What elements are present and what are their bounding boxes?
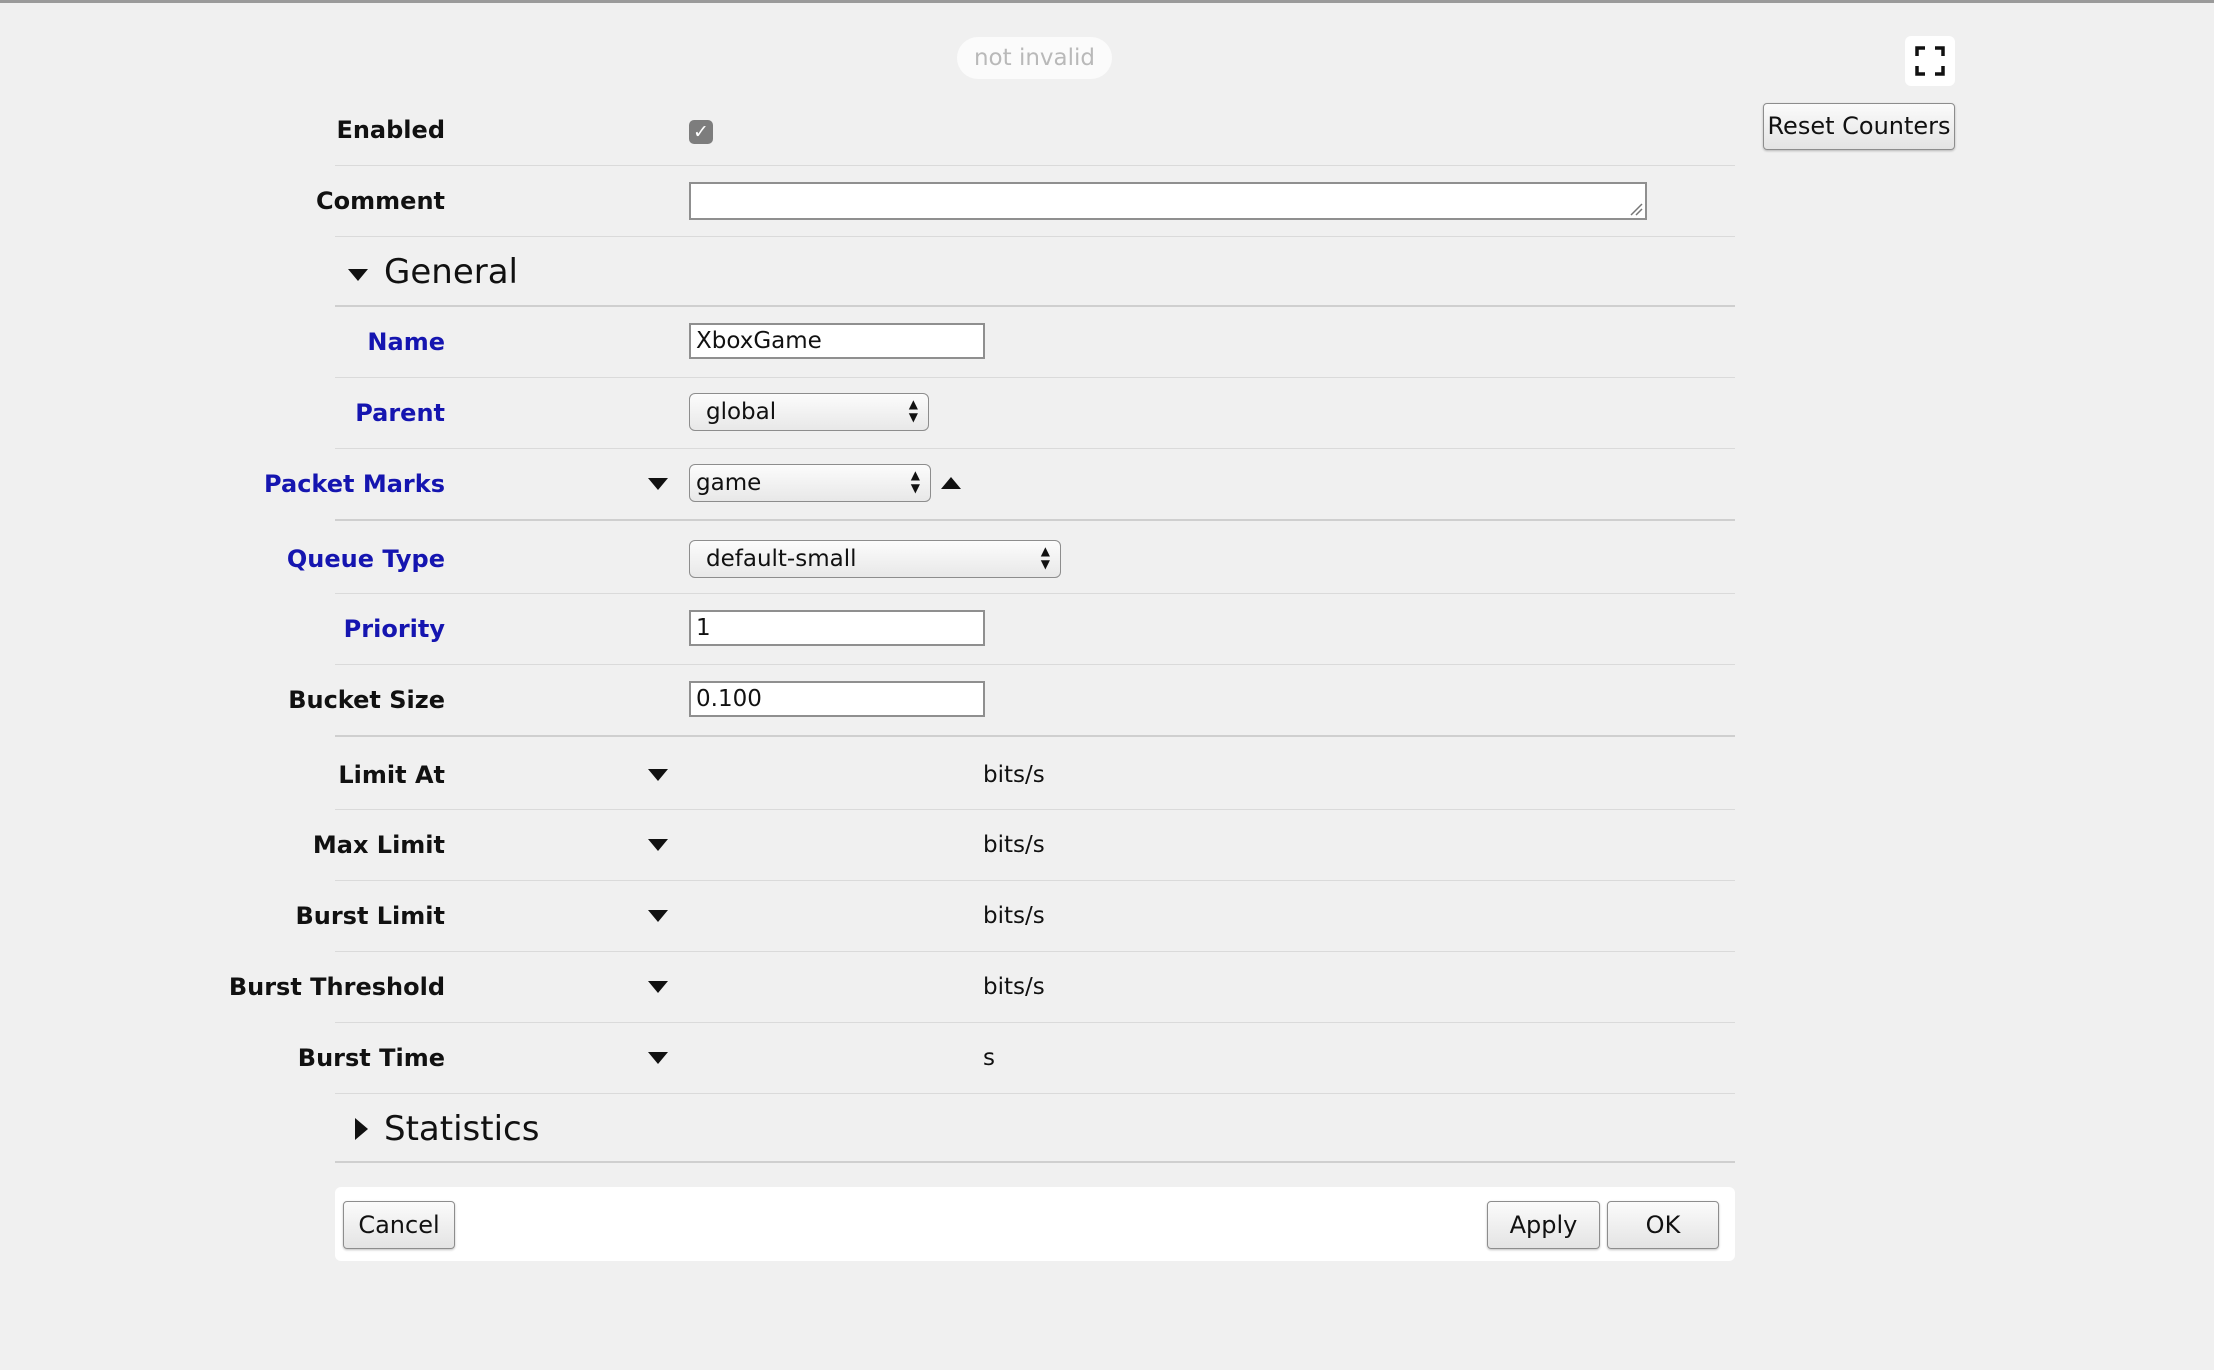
parent-select-value: global xyxy=(706,399,777,425)
name-label: Name xyxy=(367,328,445,356)
status-badge: not invalid xyxy=(957,37,1112,79)
burst-time-row: Burst Time s xyxy=(298,1023,1735,1094)
queue-type-select-value: default-small xyxy=(706,546,857,572)
limit-at-expand-icon[interactable] xyxy=(648,769,668,781)
remove-packet-mark-icon[interactable] xyxy=(648,478,668,490)
cancel-button[interactable]: Cancel xyxy=(343,1201,455,1249)
comment-textarea[interactable] xyxy=(689,182,1647,220)
bucket-size-input[interactable]: 0.100 xyxy=(689,681,985,717)
packet-marks-label: Packet Marks xyxy=(264,470,445,498)
triangle-right-icon xyxy=(355,1118,368,1140)
max-limit-label: Max Limit xyxy=(312,831,445,859)
priority-row: Priority 1 xyxy=(335,594,1735,665)
burst-limit-label: Burst Limit xyxy=(295,902,445,930)
parent-row: Parent global ▲ ▼ xyxy=(335,378,1735,449)
packet-marks-row: Packet Marks game ▲ ▼ xyxy=(264,449,1735,521)
enabled-checkbox[interactable]: ✓ xyxy=(689,120,713,144)
select-arrows-icon: ▲ ▼ xyxy=(1040,544,1050,571)
burst-threshold-expand-icon[interactable] xyxy=(648,981,668,993)
bucket-size-label: Bucket Size xyxy=(288,686,445,714)
add-packet-mark-icon[interactable] xyxy=(941,477,961,489)
resize-grip-icon[interactable] xyxy=(1629,202,1643,216)
fullscreen-icon xyxy=(1915,46,1945,76)
comment-row: Comment xyxy=(316,166,1735,237)
priority-label: Priority xyxy=(343,615,445,643)
enabled-row: Enabled ✓ xyxy=(335,95,1735,166)
queue-type-select[interactable]: default-small ▲ ▼ xyxy=(689,540,1061,578)
burst-limit-row: Burst Limit bits/s xyxy=(295,881,1735,952)
burst-threshold-row: Burst Threshold bits/s xyxy=(229,952,1735,1023)
general-section-title: General xyxy=(384,252,518,292)
packet-marks-select[interactable]: game ▲ ▼ xyxy=(689,464,931,502)
apply-button[interactable]: Apply xyxy=(1487,1201,1600,1249)
top-border xyxy=(0,0,2214,3)
parent-label: Parent xyxy=(355,399,445,427)
general-section-header[interactable]: General xyxy=(335,237,1735,307)
queue-type-label: Queue Type xyxy=(286,545,445,573)
name-input[interactable]: XboxGame xyxy=(689,323,985,359)
select-arrows-icon: ▲ ▼ xyxy=(908,397,918,424)
triangle-down-icon xyxy=(348,269,368,281)
burst-time-unit: s xyxy=(983,1045,995,1071)
max-limit-expand-icon[interactable] xyxy=(648,839,668,851)
queue-form: Enabled ✓ Comment General Name XboxGame … xyxy=(229,95,1735,1163)
queue-type-row: Queue Type default-small ▲ ▼ xyxy=(287,521,1735,594)
max-limit-unit: bits/s xyxy=(983,832,1045,858)
packet-marks-select-value: game xyxy=(696,470,762,496)
dialog-footer: Cancel Apply OK xyxy=(335,1187,1735,1261)
priority-input[interactable]: 1 xyxy=(689,610,985,646)
burst-time-label: Burst Time xyxy=(297,1044,445,1072)
burst-limit-unit: bits/s xyxy=(983,903,1045,929)
fullscreen-button[interactable] xyxy=(1905,36,1955,86)
burst-time-expand-icon[interactable] xyxy=(648,1052,668,1064)
limit-at-label: Limit At xyxy=(338,761,445,789)
ok-button[interactable]: OK xyxy=(1607,1201,1719,1249)
name-row: Name XboxGame xyxy=(335,307,1735,378)
select-arrows-icon: ▲ ▼ xyxy=(910,468,920,495)
limit-at-unit: bits/s xyxy=(983,762,1045,788)
statistics-section-header[interactable]: Statistics xyxy=(335,1094,1735,1163)
burst-threshold-label: Burst Threshold xyxy=(228,973,445,1001)
comment-label: Comment xyxy=(316,187,445,215)
bucket-size-row: Bucket Size 0.100 xyxy=(288,665,1735,737)
limit-at-row: Limit At bits/s xyxy=(335,737,1735,810)
parent-select[interactable]: global ▲ ▼ xyxy=(689,393,929,431)
enabled-label: Enabled xyxy=(336,116,445,144)
reset-counters-button[interactable]: Reset Counters xyxy=(1763,103,1955,150)
burst-limit-expand-icon[interactable] xyxy=(648,910,668,922)
statistics-section-title: Statistics xyxy=(384,1109,540,1149)
max-limit-row: Max Limit bits/s xyxy=(313,810,1735,881)
burst-threshold-unit: bits/s xyxy=(983,974,1045,1000)
